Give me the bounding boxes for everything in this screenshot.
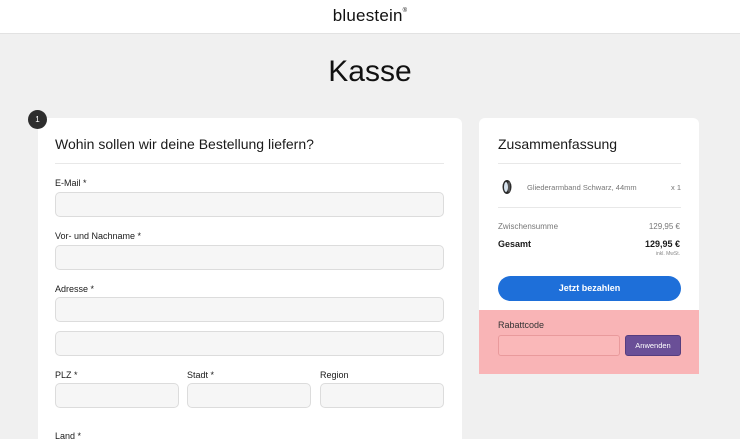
subtotal-value: 129,95 €	[648, 222, 680, 231]
page-title: Kasse	[328, 55, 412, 88]
step-number-badge: 1	[28, 110, 47, 129]
product-name: Gliederarmband Schwarz, 44mm	[527, 183, 637, 192]
name-label: Vor- und Nachname *	[55, 231, 142, 241]
total-value: 129,95 €	[644, 239, 680, 249]
registered-mark: ®	[402, 8, 408, 14]
coupon-code-input[interactable]	[498, 335, 620, 356]
pay-now-button[interactable]: Jetzt bezahlen	[498, 276, 681, 301]
watch-band-icon	[502, 180, 512, 194]
address-line2-field[interactable]	[55, 331, 444, 356]
email-field[interactable]	[55, 192, 444, 217]
brand-logo[interactable]: bluestein®	[0, 6, 740, 26]
tax-note: inkl. MwSt.	[655, 251, 680, 257]
top-bar: bluestein®	[0, 0, 740, 34]
divider	[498, 207, 681, 208]
apply-coupon-button[interactable]: Anwenden	[625, 335, 681, 356]
total-label: Gesamt	[498, 239, 532, 249]
address-label: Adresse *	[55, 284, 95, 294]
full-name-field[interactable]	[55, 245, 444, 270]
zip-label: PLZ *	[55, 370, 78, 380]
divider	[55, 163, 444, 164]
product-quantity: x 1	[671, 183, 682, 192]
summary-heading: Zusammenfassung	[498, 136, 618, 152]
country-label: Land *	[55, 431, 82, 439]
zip-field[interactable]	[55, 383, 179, 408]
email-label: E-Mail *	[55, 178, 87, 188]
logo-text: bluestein	[332, 6, 403, 25]
subtotal-label: Zwischensumme	[498, 222, 559, 231]
coupon-section: Rabattcode Anwenden	[479, 310, 699, 374]
divider	[498, 163, 681, 164]
delivery-heading: Wohin sollen wir deine Bestellung liefer…	[55, 136, 314, 152]
region-field[interactable]	[320, 383, 444, 408]
city-field[interactable]	[187, 383, 311, 408]
region-label: Region	[320, 370, 349, 380]
coupon-label: Rabattcode	[498, 320, 545, 330]
address-line1-field[interactable]	[55, 297, 444, 322]
city-label: Stadt *	[187, 370, 215, 380]
